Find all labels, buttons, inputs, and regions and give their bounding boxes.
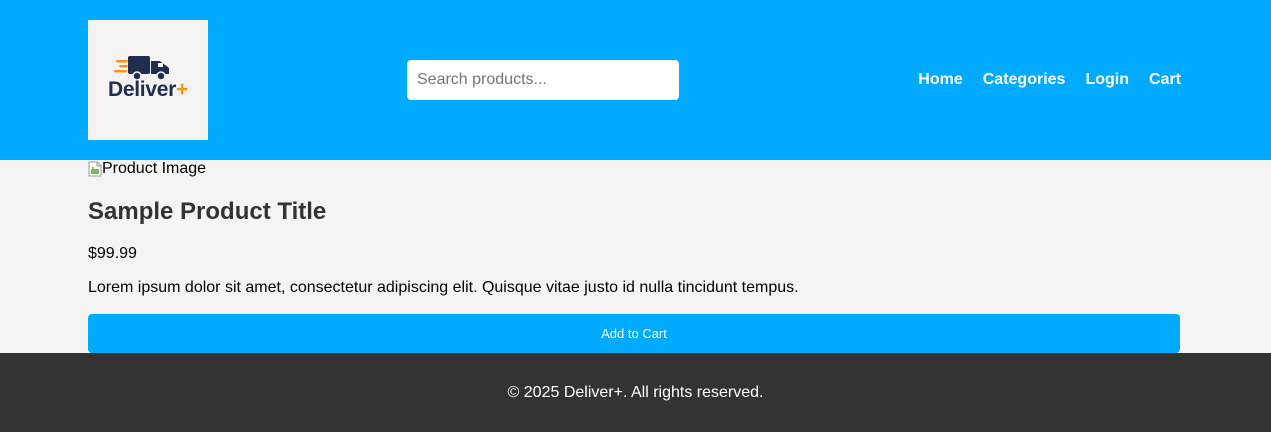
add-to-cart-button[interactable]: Add to Cart bbox=[88, 314, 1180, 353]
product-description: Lorem ipsum dolor sit amet, consectetur … bbox=[88, 279, 799, 296]
nav-link-home[interactable]: Home bbox=[918, 70, 962, 90]
nav-link-cart[interactable]: Cart bbox=[1149, 70, 1181, 90]
logo-plus-mark: + bbox=[175, 78, 188, 101]
site-footer: © 2025 Deliver+. All rights reserved. bbox=[0, 353, 1271, 432]
logo-wordmark: Deliver+ bbox=[108, 78, 188, 101]
nav-link-login[interactable]: Login bbox=[1085, 70, 1129, 90]
site-logo[interactable]: Deliver+ bbox=[88, 20, 208, 140]
nav-link-categories[interactable]: Categories bbox=[983, 70, 1066, 90]
broken-image-icon bbox=[88, 161, 102, 177]
product-price: $99.99 bbox=[88, 245, 137, 262]
product-image-alt-text: Product Image bbox=[102, 160, 207, 177]
site-header: Deliver+ Home Categories Login Cart bbox=[0, 0, 1271, 160]
product-image: Product Image bbox=[88, 160, 206, 178]
product-title: Sample Product Title bbox=[88, 198, 327, 225]
search-input[interactable] bbox=[407, 60, 679, 100]
footer-copyright: © 2025 Deliver+. All rights reserved. bbox=[507, 383, 764, 401]
main-nav: Home Categories Login Cart bbox=[918, 70, 1181, 90]
